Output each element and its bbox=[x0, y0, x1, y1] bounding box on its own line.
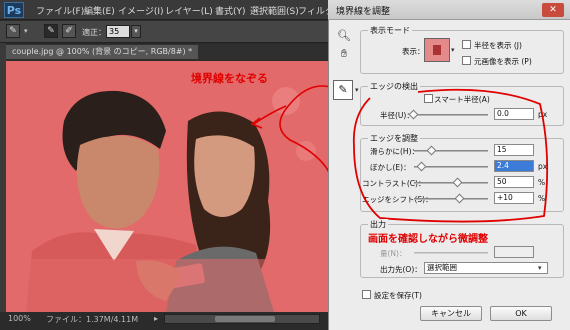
scrollbar-thumb[interactable] bbox=[215, 316, 275, 322]
annotation-fine-tune: 画面を確認しながら微調整 bbox=[368, 230, 488, 245]
horizontal-scrollbar[interactable] bbox=[164, 314, 320, 324]
menu-image[interactable]: イメージ(I) bbox=[118, 4, 164, 17]
show-original-checkbox[interactable] bbox=[462, 56, 471, 65]
amount-label: 量(N)： bbox=[380, 249, 407, 258]
view-mode-heading: 表示モード bbox=[368, 25, 412, 36]
menu-type[interactable]: 書式(Y) bbox=[215, 4, 246, 17]
amount-slider[interactable] bbox=[414, 252, 488, 254]
chevron-down-icon[interactable]: ▾ bbox=[24, 27, 32, 35]
menu-edit[interactable]: 編集(E) bbox=[84, 4, 115, 17]
menu-select[interactable]: 選択範囲(S) bbox=[250, 4, 299, 17]
annotation-arrow-curve bbox=[250, 85, 335, 175]
output-to-label: 出力先(O)： bbox=[380, 265, 422, 274]
close-icon[interactable]: ✕ bbox=[542, 3, 564, 17]
view-label: 表示： bbox=[402, 47, 425, 56]
opacity-label: 適正： bbox=[82, 28, 106, 37]
remember-settings-label: 設定を保存(T) bbox=[374, 291, 422, 300]
remember-settings-checkbox[interactable] bbox=[362, 290, 371, 299]
amount-field[interactable] bbox=[494, 246, 534, 258]
status-arrow-icon[interactable]: ▸ bbox=[154, 314, 158, 323]
brush-preset-icon[interactable]: ✎ bbox=[6, 24, 20, 38]
view-mode-chevron-down-icon[interactable]: ▾ bbox=[451, 46, 455, 54]
hand-tool-icon[interactable]: ✋︎ bbox=[336, 46, 352, 62]
annotation-loop bbox=[352, 88, 549, 223]
menu-layer[interactable]: レイヤー(L) bbox=[165, 4, 213, 17]
output-to-chevron-down-icon[interactable]: ▾ bbox=[538, 264, 542, 272]
opacity-field[interactable]: 35 bbox=[106, 25, 130, 38]
opacity-dropdown-icon[interactable]: ▾ bbox=[131, 25, 141, 38]
photoshop-logo: Ps bbox=[4, 2, 24, 18]
view-mode-thumbnail[interactable] bbox=[424, 38, 450, 62]
refine-radius-tool-icon[interactable]: ✎ bbox=[44, 24, 58, 38]
output-heading: 出力 bbox=[368, 219, 388, 230]
show-radius-label: 半径を表示 (J) bbox=[474, 41, 522, 50]
cancel-button[interactable]: キャンセル bbox=[420, 306, 482, 321]
view-mode-group bbox=[360, 30, 564, 74]
dialog-title: 境界線を調整 bbox=[336, 7, 391, 17]
document-tab[interactable]: couple.jpg @ 100% (背景 のコピー, RGB/8#) * bbox=[6, 45, 199, 59]
menu-file[interactable]: ファイル(F) bbox=[36, 4, 84, 17]
show-original-label: 元画像を表示 (P) bbox=[474, 57, 532, 66]
show-radius-checkbox[interactable] bbox=[462, 40, 471, 49]
zoom-readout[interactable]: 100% bbox=[8, 314, 31, 323]
zoom-tool-icon[interactable]: 🔍︎ bbox=[336, 28, 352, 44]
ok-button[interactable]: OK bbox=[490, 306, 552, 321]
file-size-readout: ファイル：1.37M/4.11M bbox=[46, 315, 139, 324]
output-to-select[interactable]: 選択範囲 bbox=[424, 262, 548, 274]
erase-refinements-tool-icon[interactable]: ✐ bbox=[62, 24, 76, 38]
